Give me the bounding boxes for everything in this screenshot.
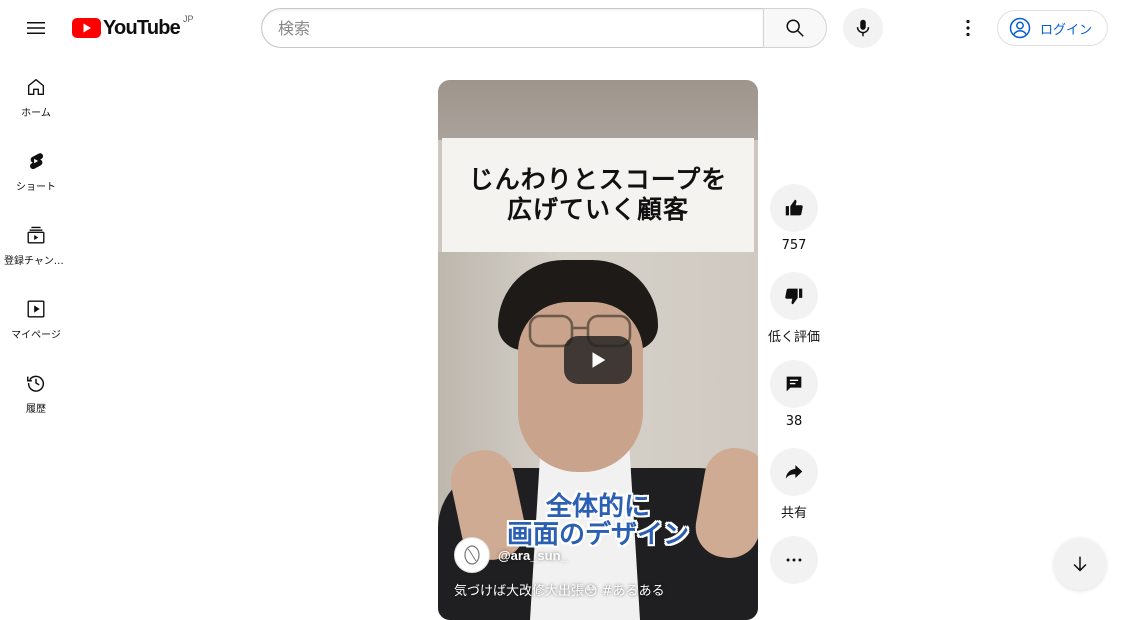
sidebar-item-label: 履歴 (26, 404, 46, 415)
more-options-button[interactable] (770, 536, 818, 584)
comment-action: 38 (770, 360, 818, 432)
dislike-action: 低く評価 (768, 272, 821, 345)
video-caption-line: じんわりとスコープを (468, 165, 728, 194)
sidebar-item-label: 登録チャンネル (4, 256, 68, 267)
history-icon (27, 375, 44, 392)
sidebar-item-subscriptions[interactable]: 登録チャンネル (0, 204, 72, 278)
channel-name[interactable]: @ara_sun_ (498, 548, 568, 563)
youtube-logo[interactable]: YouTube JP (72, 14, 194, 42)
thumbs-up-icon (785, 199, 803, 216)
like-button[interactable] (770, 184, 818, 232)
menu-button[interactable] (16, 8, 56, 48)
share-action: 共有 (770, 448, 818, 521)
logo-wordmark: YouTube (103, 16, 181, 39)
login-button[interactable]: ログイン (997, 10, 1108, 46)
logo-region: JP (182, 14, 194, 24)
library-icon (27, 300, 45, 318)
channel-info[interactable]: @ara_sun_ (454, 537, 568, 573)
search-bar (261, 8, 827, 48)
hamburger-icon (27, 22, 45, 34)
thumbs-down-icon (785, 288, 803, 305)
masthead: YouTube JP ログイン (0, 0, 1124, 56)
share-label: 共有 (780, 506, 807, 521)
sidebar: ホーム ショート 登録チャンネル マイページ 履歴 (0, 56, 72, 426)
comment-count: 38 (785, 414, 803, 429)
sidebar-item-label: ショート (16, 182, 56, 193)
video-caption-line: 広げていく顧客 (506, 195, 689, 224)
account-icon (1009, 17, 1031, 39)
shorts-video-player[interactable]: じんわりとスコープを 広げていく顧客 全体的に 画面のデザイン @ara_sun… (438, 80, 758, 620)
settings-more-button[interactable] (948, 8, 988, 48)
microphone-icon (856, 19, 870, 37)
login-label: ログイン (1040, 22, 1093, 38)
subscriptions-icon (27, 226, 45, 244)
home-icon (27, 78, 45, 96)
vertical-dots-icon (966, 19, 970, 37)
channel-avatar-icon (464, 545, 480, 565)
share-button[interactable] (770, 448, 818, 496)
shorts-action-bar: 757 低く評価 38 共有 (768, 184, 821, 600)
arrow-down-icon (1073, 556, 1087, 572)
like-count: 757 (781, 238, 807, 253)
comment-icon (786, 376, 802, 392)
channel-avatar[interactable] (454, 537, 490, 573)
next-video-button[interactable] (1054, 538, 1106, 590)
play-button[interactable] (564, 336, 632, 384)
sidebar-item-history[interactable]: 履歴 (0, 352, 72, 426)
sidebar-item-library[interactable]: マイページ (0, 278, 72, 352)
dislike-label: 低く評価 (768, 330, 821, 345)
voice-search-button[interactable] (843, 8, 883, 48)
dislike-button[interactable] (770, 272, 818, 320)
more-action (770, 536, 818, 584)
shorts-icon (30, 153, 44, 170)
play-icon (592, 352, 606, 368)
youtube-logo-icon (72, 18, 101, 38)
search-box[interactable] (261, 8, 763, 48)
sidebar-item-label: マイページ (11, 330, 61, 341)
horizontal-dots-icon (786, 558, 802, 562)
search-input[interactable] (278, 18, 763, 38)
comment-button[interactable] (770, 360, 818, 408)
like-action: 757 (770, 184, 818, 256)
video-title[interactable]: 気づけば大改修大出張😳 #あるある (454, 580, 665, 599)
video-caption-box: じんわりとスコープを 広げていく顧客 (442, 138, 754, 252)
sidebar-item-shorts[interactable]: ショート (0, 130, 72, 204)
video-background (438, 80, 758, 140)
search-button[interactable] (763, 8, 827, 48)
share-icon (785, 465, 803, 479)
search-icon (786, 19, 804, 37)
sidebar-item-home[interactable]: ホーム (0, 56, 72, 130)
sidebar-item-label: ホーム (21, 108, 51, 119)
